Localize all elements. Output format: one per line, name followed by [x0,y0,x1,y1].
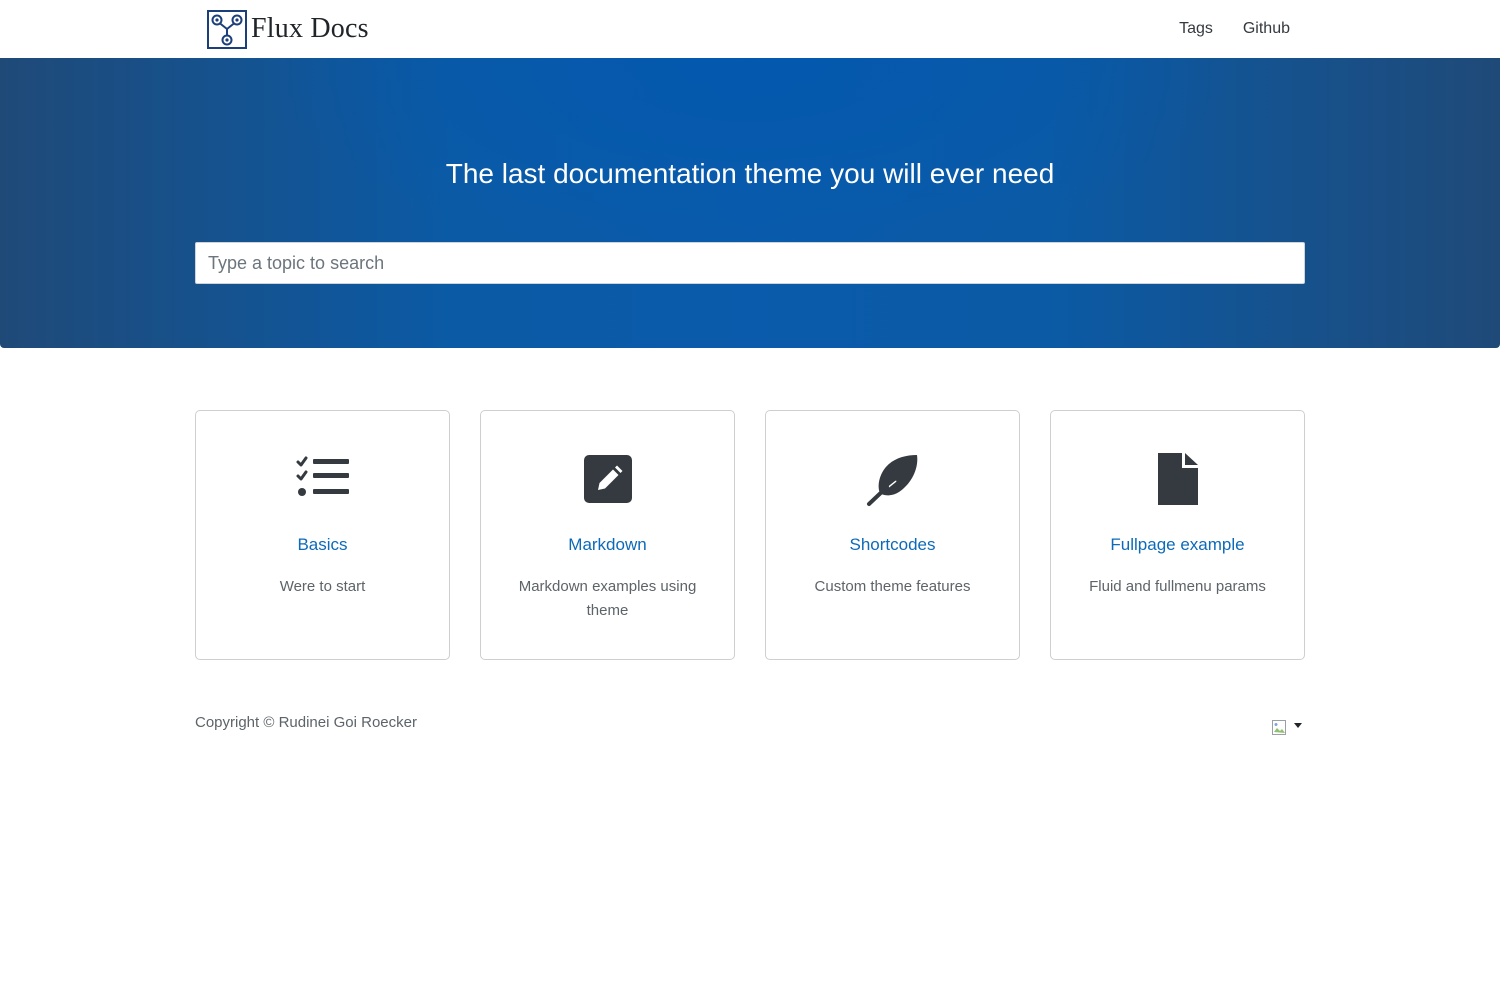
search-input[interactable] [195,242,1305,284]
brand-link[interactable]: Flux Docs [207,9,369,49]
chevron-down-icon [1294,722,1302,728]
flux-logo-icon [207,9,247,49]
brand-name: Flux Docs [251,13,369,44]
card-title-markdown[interactable]: Markdown [481,535,734,555]
card-title-fullpage-example[interactable]: Fullpage example [1051,535,1304,555]
tasks-icon [296,456,349,496]
card-shortcodes[interactable]: Shortcodes Custom theme features [765,410,1020,660]
card-markdown[interactable]: Markdown Markdown examples using theme [480,410,735,660]
nav-link-tags[interactable]: Tags [1179,20,1213,38]
card-basics[interactable]: Basics Were to start [195,410,450,660]
card-desc-basics: Were to start [279,578,366,595]
nav-links: Tags Github [1149,0,1290,58]
flag-icon [1272,720,1286,735]
card-desc-markdown: Markdown examples using theme [518,578,697,619]
hero-banner: The last documentation theme you will ev… [0,58,1500,348]
feather-icon [866,455,917,506]
card-title-basics[interactable]: Basics [196,535,449,555]
card-desc-shortcodes: Custom theme features [814,578,971,595]
language-dropdown[interactable] [1272,720,1302,736]
top-navbar: Flux Docs Tags Github [0,0,1500,58]
card-desc-fullpage-example: Fluid and fullmenu params [1089,578,1266,595]
nav-link-github[interactable]: Github [1243,20,1290,38]
hero-title: The last documentation theme you will ev… [445,158,1055,189]
card-title-shortcodes[interactable]: Shortcodes [766,535,1019,555]
copyright-text: Copyright © Rudinei Goi Roecker [195,714,417,731]
card-fullpage-example[interactable]: Fullpage example Fluid and fullmenu para… [1050,410,1305,660]
edit-icon [583,455,632,503]
file-icon [1157,453,1198,505]
section-cards: Basics Were to start Markdown Markdown e… [195,410,1305,660]
